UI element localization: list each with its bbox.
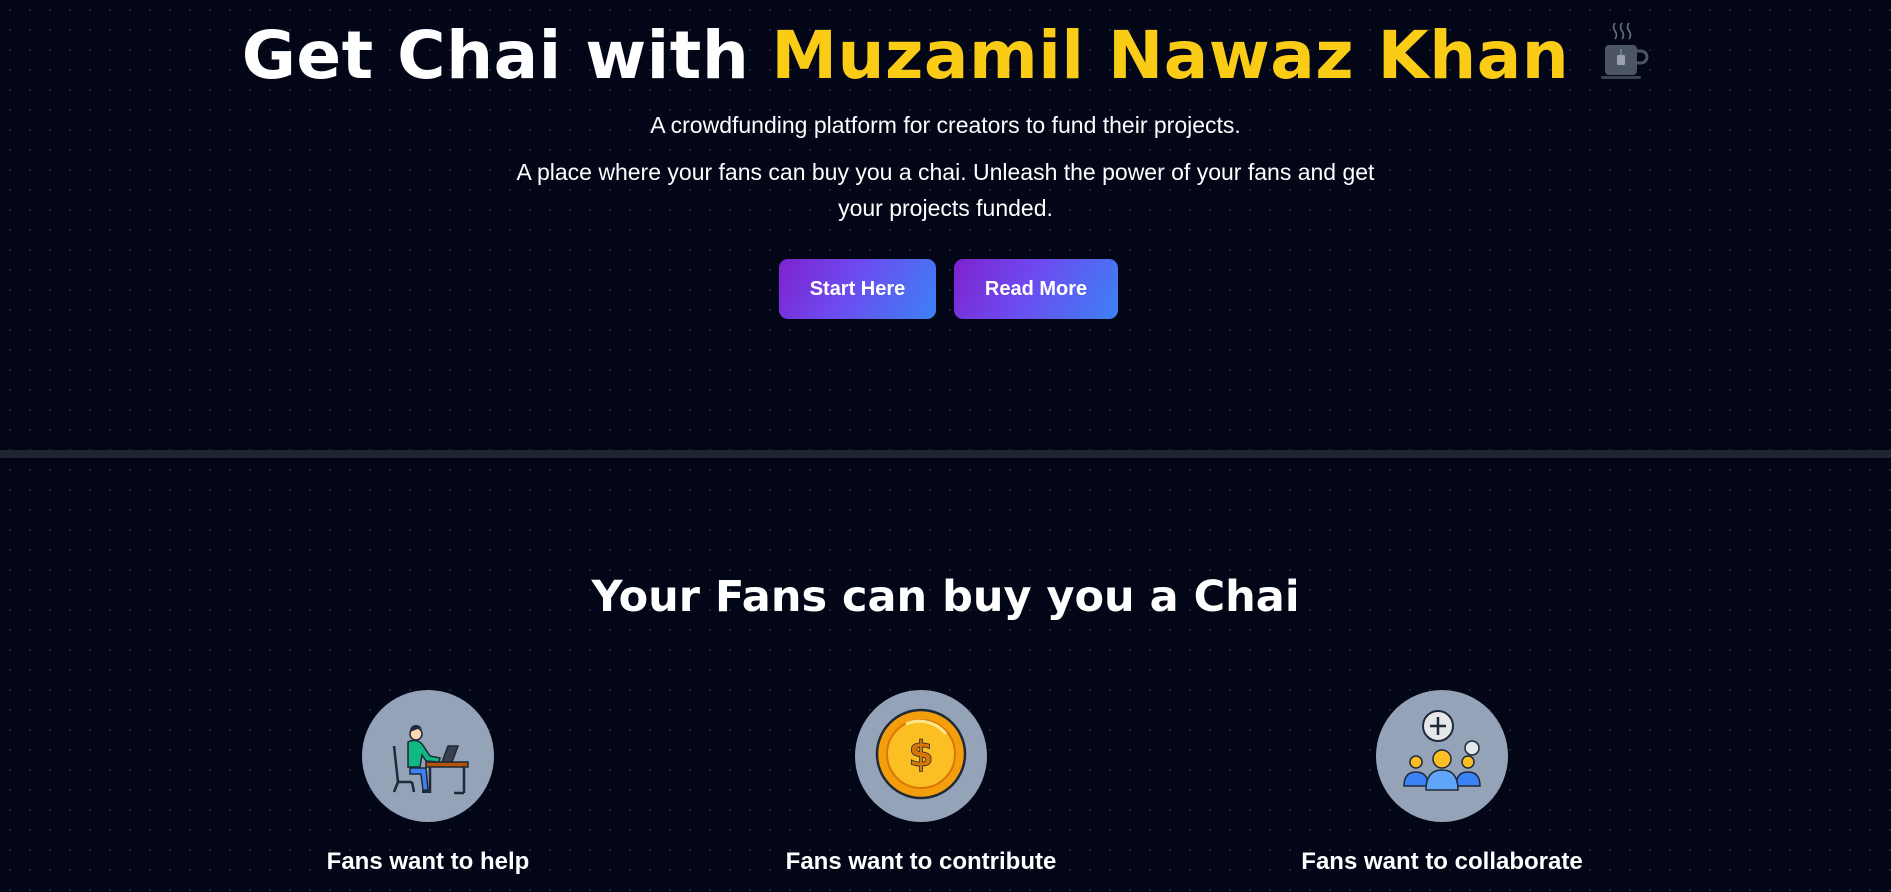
person-working-at-desk-icon bbox=[380, 706, 476, 807]
feature-label: Fans want to help bbox=[326, 848, 530, 875]
dollar-coin-icon: $ bbox=[871, 704, 971, 809]
start-here-button[interactable]: Start Here bbox=[779, 259, 936, 319]
hero-title: Get Chai with Muzamil Nawaz Khan bbox=[0, 0, 1891, 110]
feature-collaborate: Fans want to collaborate bbox=[1262, 690, 1622, 890]
feature-icon-circle: $ bbox=[855, 690, 987, 822]
feature-contribute: $ Fans want to contribute bbox=[741, 690, 1101, 890]
group-collaboration-icon bbox=[1392, 704, 1492, 809]
feature-label: Fans want to contribute bbox=[785, 848, 1057, 875]
creator-name: Muzamil Nawaz Khan bbox=[771, 16, 1570, 94]
feature-help: Fans want to help bbox=[248, 690, 608, 890]
hero-tagline: A crowdfunding platform for creators to … bbox=[650, 112, 1241, 138]
read-more-button[interactable]: Read More bbox=[954, 259, 1118, 319]
feature-label: Fans want to collaborate bbox=[1301, 848, 1583, 875]
svg-text:$: $ bbox=[908, 734, 933, 775]
title-prefix: Get Chai with bbox=[241, 16, 750, 94]
tea-cup-icon bbox=[1595, 19, 1649, 83]
features-title: Your Fans can buy you a Chai bbox=[591, 572, 1300, 622]
section-divider bbox=[0, 450, 1891, 458]
feature-icon-circle bbox=[362, 690, 494, 822]
hero-section: Get Chai with Muzamil Nawaz Khan A crowd… bbox=[0, 0, 1891, 450]
feature-icon-circle bbox=[1376, 690, 1508, 822]
hero-description: A place where your fans can buy you a ch… bbox=[516, 159, 1375, 221]
